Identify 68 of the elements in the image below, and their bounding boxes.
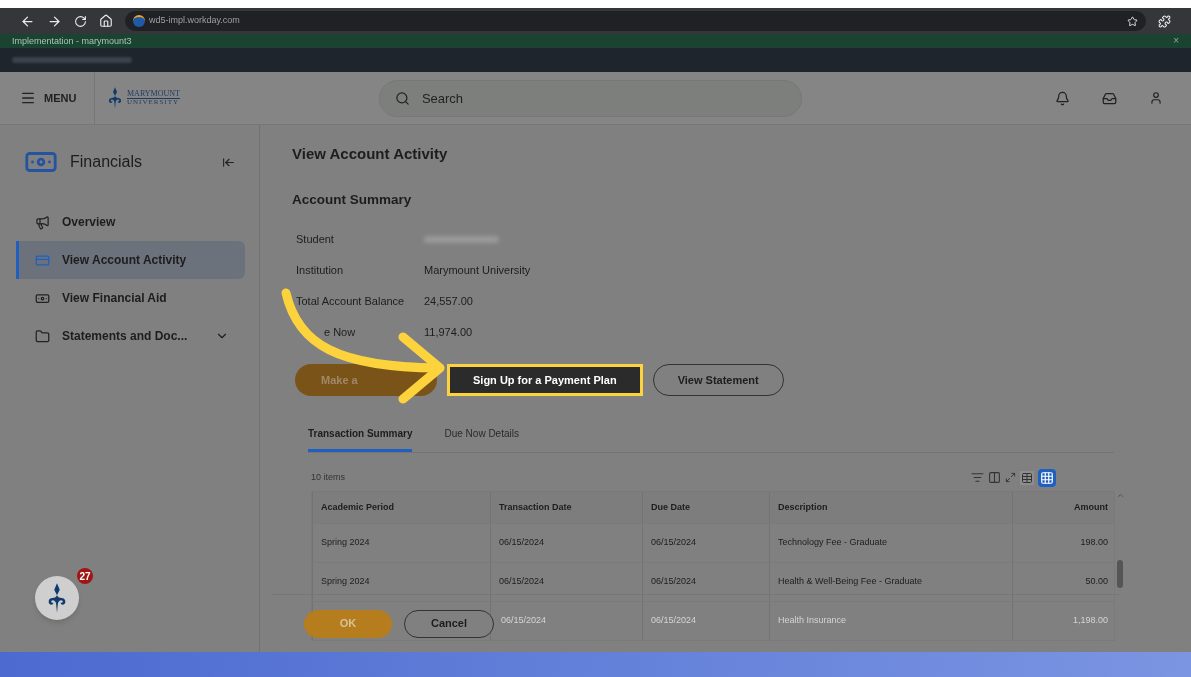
url-text: wd5-impl.workday.com: [149, 14, 240, 28]
address-bar[interactable]: wd5-impl.workday.com: [125, 11, 1146, 31]
field-label: Total Account Balance: [296, 295, 405, 307]
collapse-icon[interactable]: [222, 155, 235, 169]
search-field[interactable]: Search: [378, 79, 802, 117]
sidebar-item[interactable]: View Financial Aid: [16, 279, 245, 317]
payment-plan-button[interactable]: Sign Up for a Payment Plan: [447, 363, 643, 396]
megaphone-icon: [35, 214, 50, 230]
column-header: Academic Period: [312, 491, 490, 523]
page-title: View Account Activity: [292, 144, 449, 164]
sidebar-item[interactable]: View Account Activity: [16, 241, 245, 279]
table-cell: 06/15/2024: [642, 562, 769, 601]
table-cell: 06/15/2024: [490, 562, 642, 601]
table-cell: 198.00: [1012, 523, 1116, 562]
section-title: Account Summary: [292, 190, 413, 209]
search-icon: [394, 90, 410, 106]
assistant-button[interactable]: [35, 576, 79, 620]
menu-button[interactable]: MENU: [0, 72, 95, 124]
field-label: Student: [296, 233, 334, 245]
table-cell: Spring 2024: [312, 523, 490, 562]
close-button[interactable]: ×: [1173, 36, 1179, 46]
notification-badge: 27: [77, 568, 93, 584]
reload-icon[interactable]: [74, 14, 87, 28]
column-header: Due Date: [642, 491, 769, 523]
logo-name: MARYMOUNT: [127, 90, 180, 99]
extensions-icon[interactable]: [1158, 14, 1171, 28]
inbox-icon[interactable]: [1102, 90, 1117, 106]
bookmark-star-icon[interactable]: [1127, 15, 1138, 27]
table-cell: Spring 2024: [312, 562, 490, 601]
site-icon: [133, 15, 145, 27]
grid-view-icon[interactable]: [1038, 468, 1056, 487]
table-cell: 1,198.00: [1012, 601, 1116, 640]
column-header: Transaction Date: [490, 491, 642, 523]
sidebar-item[interactable]: Overview: [16, 203, 245, 241]
profile-icon[interactable]: [1149, 91, 1163, 105]
table-view-icon[interactable]: [1020, 470, 1034, 485]
notifications-icon[interactable]: [1055, 90, 1070, 106]
table-cell: 06/15/2024: [490, 523, 642, 562]
menu-icon: [20, 90, 36, 106]
scrollbar-thumb[interactable]: [1117, 559, 1123, 588]
table-cell: 50.00: [1012, 562, 1116, 601]
table-cell: Health Insurance: [769, 601, 1012, 640]
field-label: e Now: [324, 326, 356, 338]
environment-title: Implementation - marymount3: [12, 36, 132, 46]
tab[interactable]: Transaction Summary: [308, 425, 413, 452]
forward-icon[interactable]: [47, 13, 62, 29]
back-icon[interactable]: [20, 13, 35, 29]
cancel-button[interactable]: Cancel: [404, 609, 494, 638]
columns-icon[interactable]: [988, 471, 1001, 485]
card-icon: [35, 252, 50, 268]
field-value: 11,974.00: [424, 325, 473, 340]
home-icon[interactable]: [99, 14, 113, 28]
sidebar-title: Financials: [70, 152, 144, 172]
table-cell: 06/15/2024: [642, 523, 769, 562]
column-header: Amount: [1012, 491, 1116, 523]
folder-icon: [35, 328, 50, 344]
field-label: Institution: [296, 264, 344, 276]
expand-icon[interactable]: [1005, 472, 1016, 484]
table-cell: Technology Fee - Graduate: [769, 523, 1012, 562]
column-header: Description: [769, 491, 1012, 523]
item-count: 10 items: [311, 471, 345, 484]
sidebar-item[interactable]: Statements and Doc...: [16, 317, 245, 355]
field-value: 24,557.00: [424, 294, 473, 309]
filter-icon[interactable]: [971, 471, 984, 485]
table-cell: Health & Well-Being Fee - Graduate: [769, 562, 1012, 601]
table-cell: 06/15/2024: [642, 601, 769, 640]
field-value: Marymount University: [424, 263, 531, 278]
tab[interactable]: Due Now Details: [444, 425, 519, 452]
